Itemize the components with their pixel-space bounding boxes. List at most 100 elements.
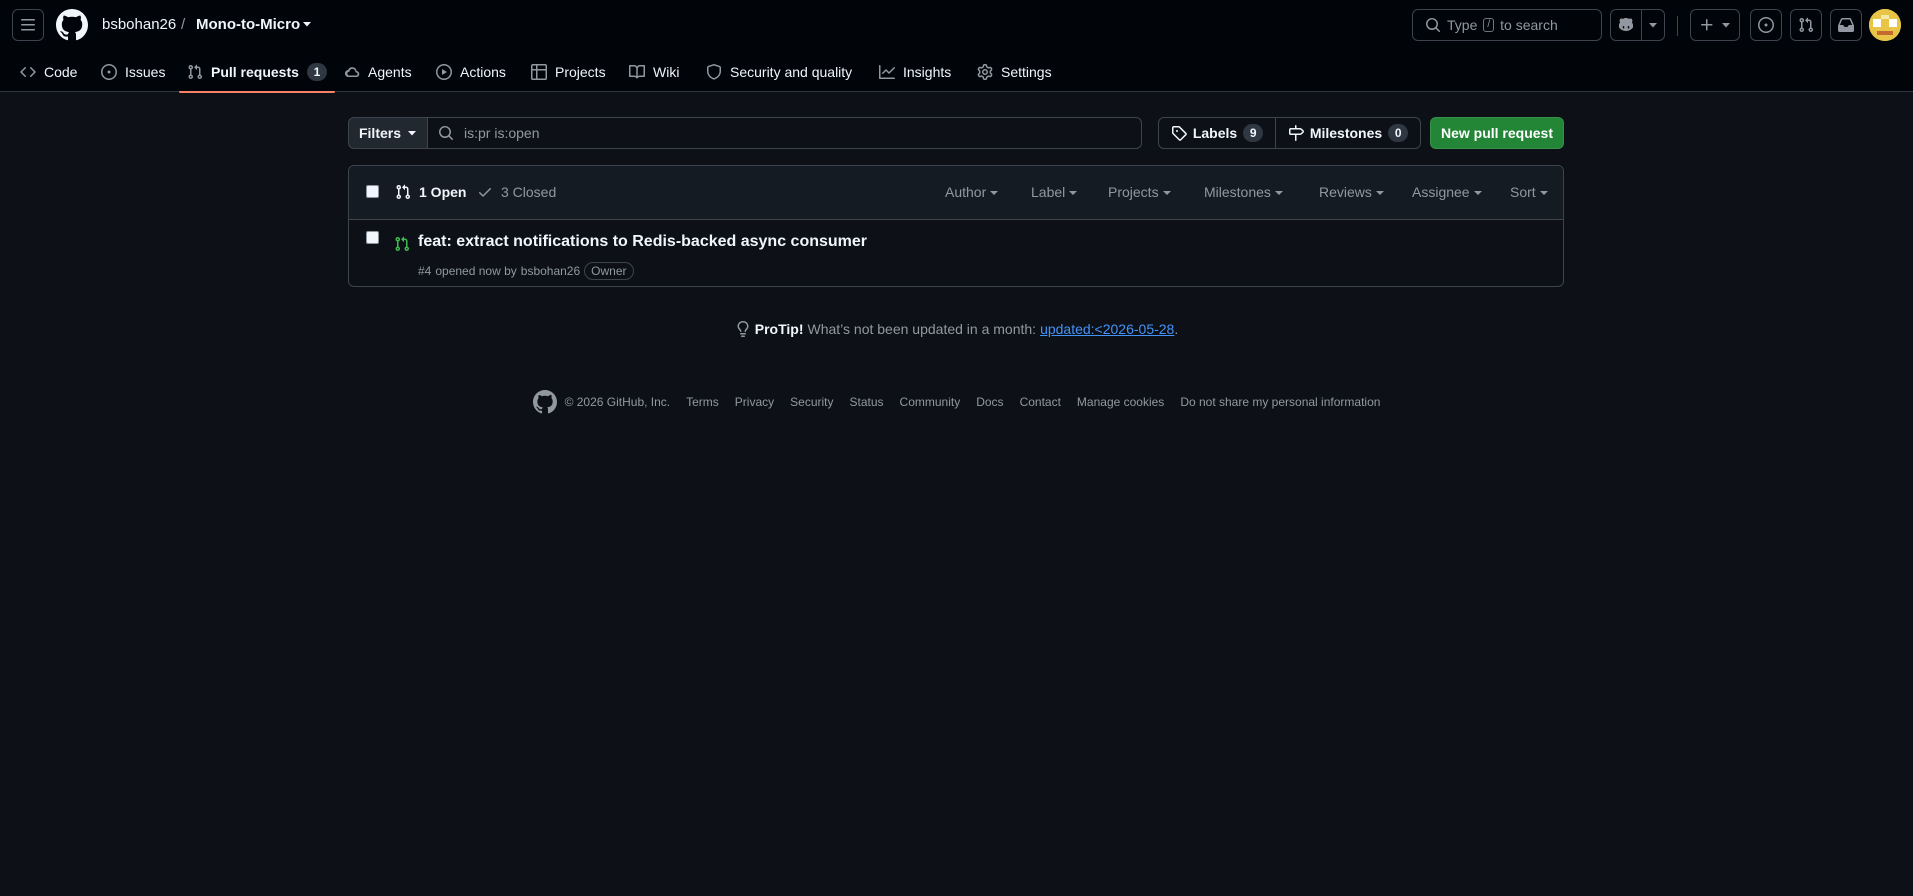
protip: ProTip! What’s not been updated in a mon… [0, 321, 1913, 337]
label-filter-label: Label [1031, 184, 1066, 200]
your-issues-button[interactable] [1750, 9, 1782, 41]
owner-badge: Owner [584, 262, 634, 280]
footer-copyright: © 2026 GitHub, Inc. [532, 390, 671, 414]
reviews-filter-label: Reviews [1319, 184, 1372, 200]
agent-cloud-icon [344, 67, 360, 78]
label-filter-dropdown[interactable]: Label [1031, 184, 1078, 200]
site-footer: © 2026 GitHub, Inc. Terms Privacy Securi… [0, 390, 1913, 414]
projects-filter-label: Projects [1108, 184, 1159, 200]
milestones-filter-label: Milestones [1204, 184, 1271, 200]
open-filter-link[interactable]: 1 Open [395, 184, 466, 200]
git-pull-request-icon [395, 236, 410, 252]
protip-query-link[interactable]: updated:<2026-05-28 [1040, 321, 1174, 337]
pr-number: #4 [418, 264, 432, 278]
filter-query-input[interactable] [464, 125, 1104, 141]
pull-requests-count: 1 [306, 63, 327, 81]
notifications-button[interactable] [1830, 9, 1862, 41]
code-icon [20, 66, 36, 78]
user-avatar[interactable] [1869, 9, 1901, 41]
select-all-checkbox[interactable] [366, 185, 379, 198]
footer-link-contact[interactable]: Contact [1020, 395, 1061, 409]
tab-settings[interactable]: Settings [977, 52, 1052, 92]
footer-link-do-not-share[interactable]: Do not share my personal information [1180, 395, 1380, 409]
milestones-button[interactable]: Milestones 0 [1275, 117, 1421, 149]
breadcrumb-owner[interactable]: bsbohan26 [102, 15, 176, 35]
issue-opened-icon [101, 64, 117, 80]
new-pull-request-button[interactable]: New pull request [1430, 117, 1564, 149]
copilot-menu-button[interactable] [1641, 9, 1665, 41]
milestones-count: 0 [1388, 124, 1409, 142]
filters-label: Filters [358, 125, 401, 141]
milestones-label: Milestones [1309, 125, 1383, 141]
your-pull-requests-button[interactable] [1790, 9, 1822, 41]
tab-issues[interactable]: Issues [101, 52, 165, 92]
sort-dropdown[interactable]: Sort [1510, 184, 1548, 200]
triangle-down-icon [990, 191, 999, 195]
github-logo-icon[interactable] [56, 9, 88, 41]
tab-wiki-label: Wiki [653, 64, 680, 80]
author-filter-dropdown[interactable]: Author [945, 184, 999, 200]
footer-link-docs[interactable]: Docs [976, 395, 1003, 409]
inbox-icon [1838, 18, 1854, 32]
search-icon [439, 126, 454, 141]
closed-count-label: 3 Closed [501, 184, 557, 200]
pr-opened-text: opened now by [435, 264, 517, 278]
tab-projects[interactable]: Projects [531, 52, 606, 92]
tab-insights-label: Insights [903, 64, 952, 80]
tab-pull-requests-label: Pull requests [211, 64, 299, 80]
author-filter-label: Author [945, 184, 987, 200]
tab-pull-requests[interactable]: Pull requests 1 [179, 52, 335, 93]
footer-link-manage-cookies[interactable]: Manage cookies [1077, 395, 1164, 409]
tab-code-label: Code [44, 64, 78, 80]
triangle-down-icon [1722, 23, 1730, 28]
tab-settings-label: Settings [1001, 64, 1052, 80]
reviews-filter-dropdown[interactable]: Reviews [1319, 184, 1384, 200]
issue-opened-icon [1758, 17, 1774, 33]
footer-link-terms[interactable]: Terms [686, 395, 719, 409]
tab-insights[interactable]: Insights [879, 52, 951, 92]
tab-agents-label: Agents [368, 64, 412, 80]
assignee-filter-dropdown[interactable]: Assignee [1412, 184, 1482, 200]
repo-switcher-chevron-down-icon[interactable] [302, 20, 312, 28]
pr-title-link[interactable]: feat: extract notifications to Redis-bac… [418, 233, 867, 251]
pr-author-link[interactable]: bsbohan26 [521, 264, 580, 278]
light-bulb-icon [737, 321, 749, 337]
global-search-input[interactable]: Type / to search [1412, 9, 1602, 41]
issue-filter-search[interactable] [427, 117, 1142, 149]
labels-button[interactable]: Labels 9 [1158, 117, 1276, 149]
tab-agents[interactable]: Agents [344, 52, 412, 92]
tab-actions[interactable]: Actions [436, 52, 506, 92]
triangle-down-icon [1649, 23, 1657, 28]
shield-icon [707, 64, 721, 80]
projects-filter-dropdown[interactable]: Projects [1108, 184, 1171, 200]
create-new-button[interactable] [1690, 9, 1740, 41]
git-pull-request-icon [396, 184, 411, 200]
app-header: bsbohan26 / Mono-to-Micro Type / to sear… [0, 0, 1913, 93]
check-icon [479, 188, 491, 197]
filters-dropdown-button[interactable]: Filters [348, 117, 428, 149]
list-item: feat: extract notifications to Redis-bac… [349, 220, 1563, 286]
tab-wiki[interactable]: Wiki [629, 52, 679, 92]
tab-security-and-quality[interactable]: Security and quality [706, 52, 852, 92]
tab-code[interactable]: Code [20, 52, 77, 92]
menu-button[interactable] [12, 9, 44, 41]
plus-icon [1701, 19, 1713, 31]
tab-issues-label: Issues [125, 64, 166, 80]
closed-filter-link[interactable]: 3 Closed [477, 184, 556, 200]
footer-link-security[interactable]: Security [790, 395, 833, 409]
graph-icon [879, 65, 895, 79]
footer-link-community[interactable]: Community [900, 395, 961, 409]
triangle-down-icon [1069, 191, 1078, 195]
github-logo-icon[interactable] [532, 390, 557, 414]
copyright-text: © 2026 GitHub, Inc. [564, 395, 671, 409]
pr-meta: #4 opened now by bsbohan26 Owner [418, 262, 634, 280]
row-select-checkbox[interactable] [366, 231, 379, 244]
footer-link-privacy[interactable]: Privacy [735, 395, 774, 409]
footer-link-status[interactable]: Status [850, 395, 884, 409]
copilot-button[interactable] [1610, 9, 1642, 41]
triangle-down-icon [1162, 191, 1171, 195]
git-pull-request-icon [1799, 17, 1814, 33]
breadcrumb-repo[interactable]: Mono-to-Micro [196, 15, 300, 35]
milestones-filter-dropdown[interactable]: Milestones [1204, 184, 1283, 200]
tab-projects-label: Projects [555, 64, 606, 80]
